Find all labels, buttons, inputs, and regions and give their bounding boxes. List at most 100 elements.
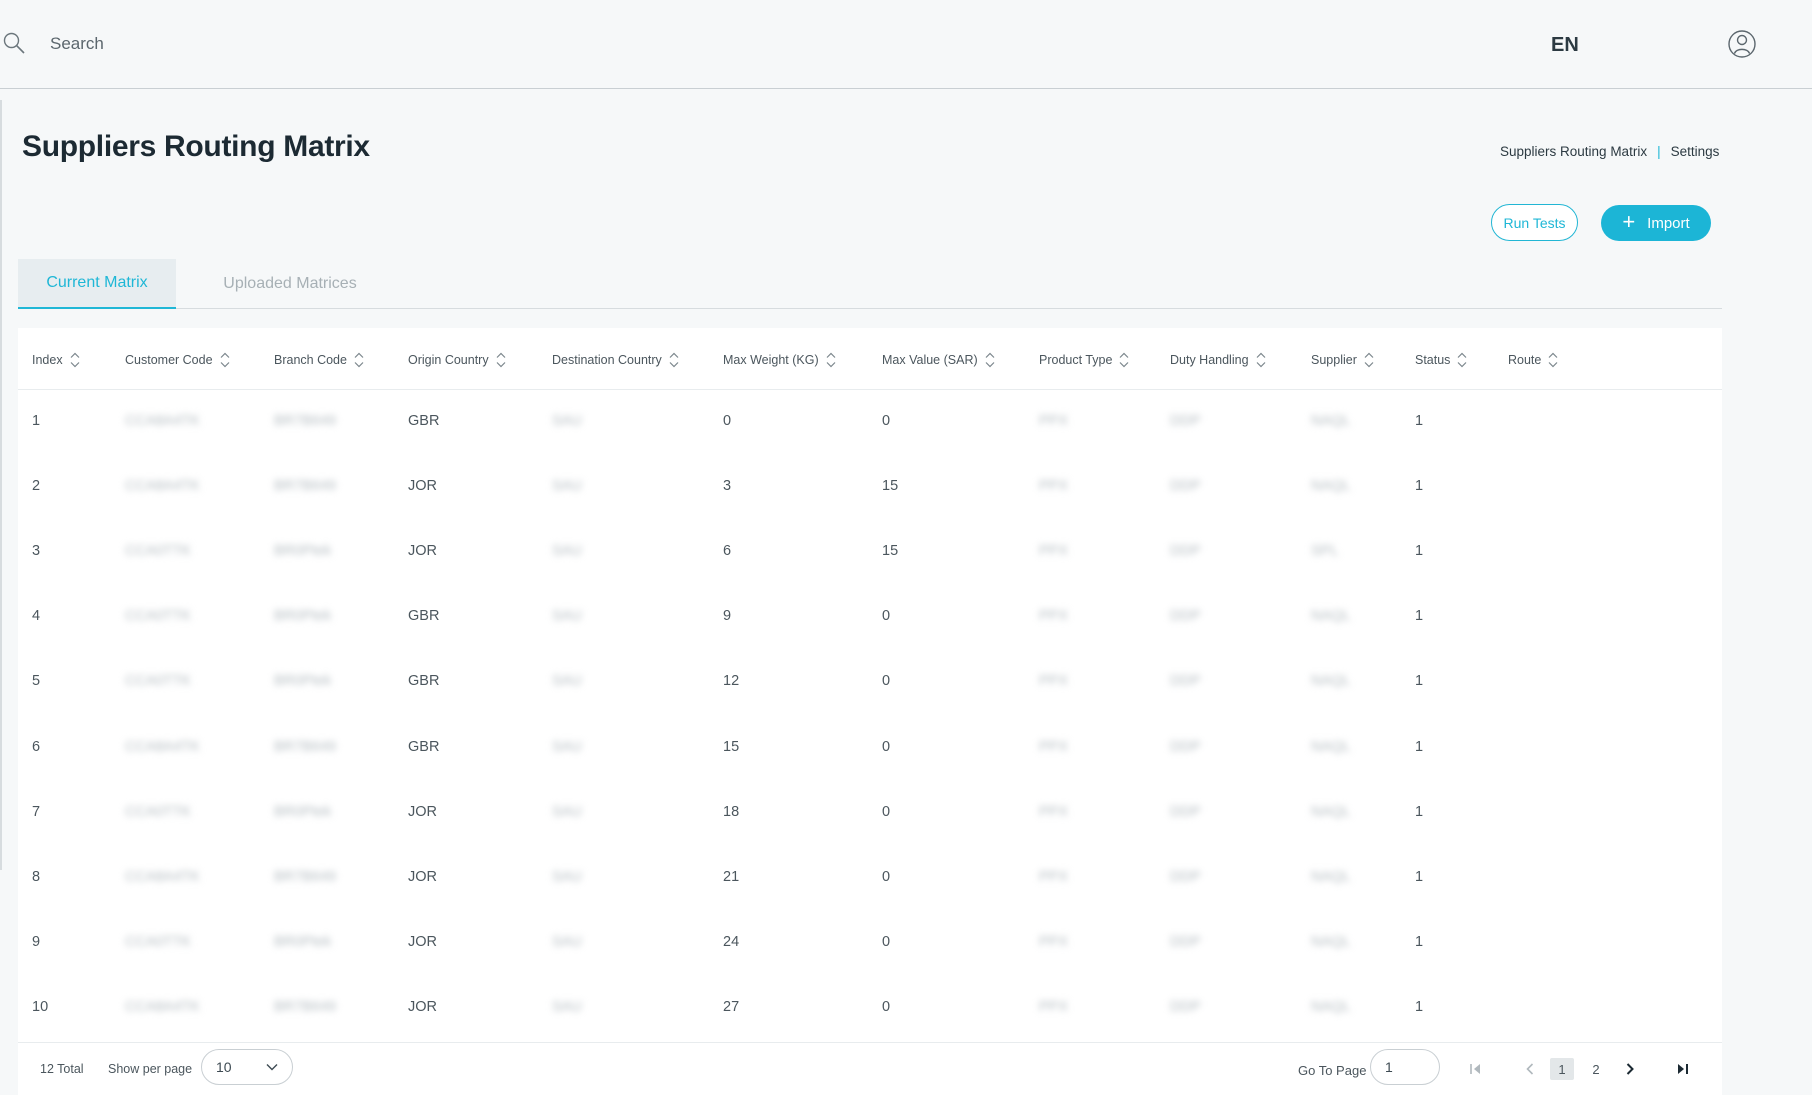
first-page-icon[interactable] <box>1464 1058 1488 1080</box>
page-number-1[interactable]: 1 <box>1550 1058 1574 1080</box>
cell-max-value: 0 <box>882 739 891 755</box>
run-tests-button[interactable]: Run Tests <box>1491 204 1578 241</box>
sort-icon[interactable] <box>219 350 231 370</box>
column-header-product-type[interactable]: Product Type <box>1039 350 1130 370</box>
table-row[interactable]: 5 CCA0TTK BR0Ptek GBR SAU 12 0 PPX DDP NAQL 1 <box>18 650 1722 715</box>
cell-status: 1 <box>1415 608 1424 624</box>
sort-icon[interactable] <box>353 350 365 370</box>
column-header-label: Destination Country <box>552 353 662 367</box>
cell-status: 1 <box>1415 413 1424 429</box>
cell-product-type: PPX <box>1039 804 1069 820</box>
column-header-customer-code[interactable]: Customer Code <box>125 350 231 370</box>
cell-supplier: NAQL <box>1311 608 1351 624</box>
cell-max-value: 0 <box>882 413 891 429</box>
breadcrumb-item-current[interactable]: Suppliers Routing Matrix <box>1500 144 1647 159</box>
per-page-select[interactable]: 10 <box>201 1049 293 1085</box>
cell-status: 1 <box>1415 673 1424 689</box>
language-selector[interactable]: EN <box>1551 34 1579 57</box>
cell-product-type: PPX <box>1039 413 1069 429</box>
routing-matrix-table: Index Customer Code Branch Code Origin Coun… <box>18 328 1722 1095</box>
cell-max-value: 15 <box>882 543 899 559</box>
column-header-duty-handling[interactable]: Duty Handling <box>1170 350 1267 370</box>
cell-destination-country: SAU <box>552 543 582 559</box>
cell-index: 8 <box>32 869 41 885</box>
cell-customer-code: CCA8A4TK <box>125 413 200 429</box>
column-header-status[interactable]: Status <box>1415 350 1468 370</box>
table-row[interactable]: 7 CCA0TTK BR0Ptek JOR SAU 18 0 PPX DDP NAQL 1 <box>18 781 1722 846</box>
cell-customer-code: CCA0TTK <box>125 608 192 624</box>
cell-max-weight: 12 <box>723 673 740 689</box>
cell-max-weight: 3 <box>723 478 732 494</box>
cell-duty-handling: DDP <box>1170 739 1201 755</box>
column-header-index[interactable]: Index <box>32 350 81 370</box>
cell-index: 7 <box>32 804 41 820</box>
cell-supplier: NAQL <box>1311 934 1351 950</box>
cell-max-value: 15 <box>882 478 899 494</box>
cell-destination-country: SAU <box>552 478 582 494</box>
column-header-destination-country[interactable]: Destination Country <box>552 350 680 370</box>
cell-product-type: PPX <box>1039 478 1069 494</box>
next-page-icon[interactable] <box>1618 1058 1642 1080</box>
column-header-max-value[interactable]: Max Value (SAR) <box>882 350 996 370</box>
per-page-value: 10 <box>216 1059 232 1075</box>
table-row[interactable]: 8 CCA8A4TK BR7B649 JOR SAU 21 0 PPX DDP NAQL 1 <box>18 846 1722 911</box>
last-page-icon[interactable] <box>1670 1058 1694 1080</box>
sort-icon[interactable] <box>495 350 507 370</box>
previous-page-icon[interactable] <box>1518 1058 1542 1080</box>
sort-icon[interactable] <box>1363 350 1375 370</box>
go-to-page-input[interactable] <box>1370 1049 1440 1085</box>
cell-branch-code: BR7B649 <box>274 869 337 885</box>
sort-icon[interactable] <box>1547 350 1559 370</box>
tab-uploaded-matrices[interactable]: Uploaded Matrices <box>180 259 400 309</box>
table-row[interactable]: 6 CCA8A4TK BR7B649 GBR SAU 15 0 PPX DDP NAQL 1 <box>18 716 1722 781</box>
cell-destination-country: SAU <box>552 608 582 624</box>
column-header-label: Branch Code <box>274 353 347 367</box>
sort-icon[interactable] <box>668 350 680 370</box>
cell-product-type: PPX <box>1039 608 1069 624</box>
table-row[interactable]: 10 CCA8A4TK BR7B649 JOR SAU 27 0 PPX DDP NAQL 1 <box>18 976 1722 1041</box>
column-header-branch-code[interactable]: Branch Code <box>274 350 365 370</box>
table-row[interactable]: 4 CCA0TTK BR0Ptek GBR SAU 9 0 PPX DDP NAQL 1 <box>18 585 1722 650</box>
search-input[interactable] <box>50 30 450 58</box>
table-row[interactable]: 2 CCA8A4TK BR7B649 JOR SAU 3 15 PPX DDP NAQL 1 <box>18 455 1722 520</box>
search-icon[interactable] <box>2 31 26 55</box>
column-header-route[interactable]: Route <box>1508 350 1559 370</box>
column-header-origin-country[interactable]: Origin Country <box>408 350 507 370</box>
cell-duty-handling: DDP <box>1170 608 1201 624</box>
column-header-supplier[interactable]: Supplier <box>1311 350 1375 370</box>
table-row[interactable]: 3 CCA0TTK BR0Ptek JOR SAU 6 15 PPX DDP SPL 1 <box>18 520 1722 585</box>
cell-max-value: 0 <box>882 934 891 950</box>
left-edge-divider <box>0 100 2 870</box>
table-row[interactable]: 1 CCA8A4TK BR7B649 GBR SAU 0 0 PPX DDP NAQL 1 <box>18 390 1722 455</box>
sort-icon[interactable] <box>1255 350 1267 370</box>
sort-icon[interactable] <box>1456 350 1468 370</box>
cell-duty-handling: DDP <box>1170 869 1201 885</box>
sort-icon[interactable] <box>69 350 81 370</box>
column-header-max-weight[interactable]: Max Weight (KG) <box>723 350 837 370</box>
cell-index: 1 <box>32 413 41 429</box>
cell-origin-country: JOR <box>408 478 437 494</box>
cell-origin-country: GBR <box>408 608 440 624</box>
cell-branch-code: BR7B649 <box>274 999 337 1015</box>
cell-duty-handling: DDP <box>1170 543 1201 559</box>
sort-icon[interactable] <box>825 350 837 370</box>
cell-product-type: PPX <box>1039 673 1069 689</box>
user-icon[interactable] <box>1727 29 1757 59</box>
sort-icon[interactable] <box>984 350 996 370</box>
cell-destination-country: SAU <box>552 999 582 1015</box>
breadcrumb-item-settings[interactable]: Settings <box>1671 144 1720 159</box>
table-header: Index Customer Code Branch Code Origin Coun… <box>18 328 1722 390</box>
cell-index: 5 <box>32 673 41 689</box>
column-header-label: Customer Code <box>125 353 213 367</box>
cell-branch-code: BR0Ptek <box>274 934 332 950</box>
cell-supplier: NAQL <box>1311 869 1351 885</box>
cell-supplier: NAQL <box>1311 673 1351 689</box>
page-number-2[interactable]: 2 <box>1584 1058 1608 1080</box>
tab-current-matrix[interactable]: Current Matrix <box>18 259 176 309</box>
import-button-label: Import <box>1647 214 1690 232</box>
import-button[interactable]: + Import <box>1601 205 1711 241</box>
cell-branch-code: BR0Ptek <box>274 608 332 624</box>
table-row[interactable]: 9 CCA0TTK BR0Ptek JOR SAU 24 0 PPX DDP NAQL 1 <box>18 911 1722 976</box>
sort-icon[interactable] <box>1118 350 1130 370</box>
cell-duty-handling: DDP <box>1170 413 1201 429</box>
